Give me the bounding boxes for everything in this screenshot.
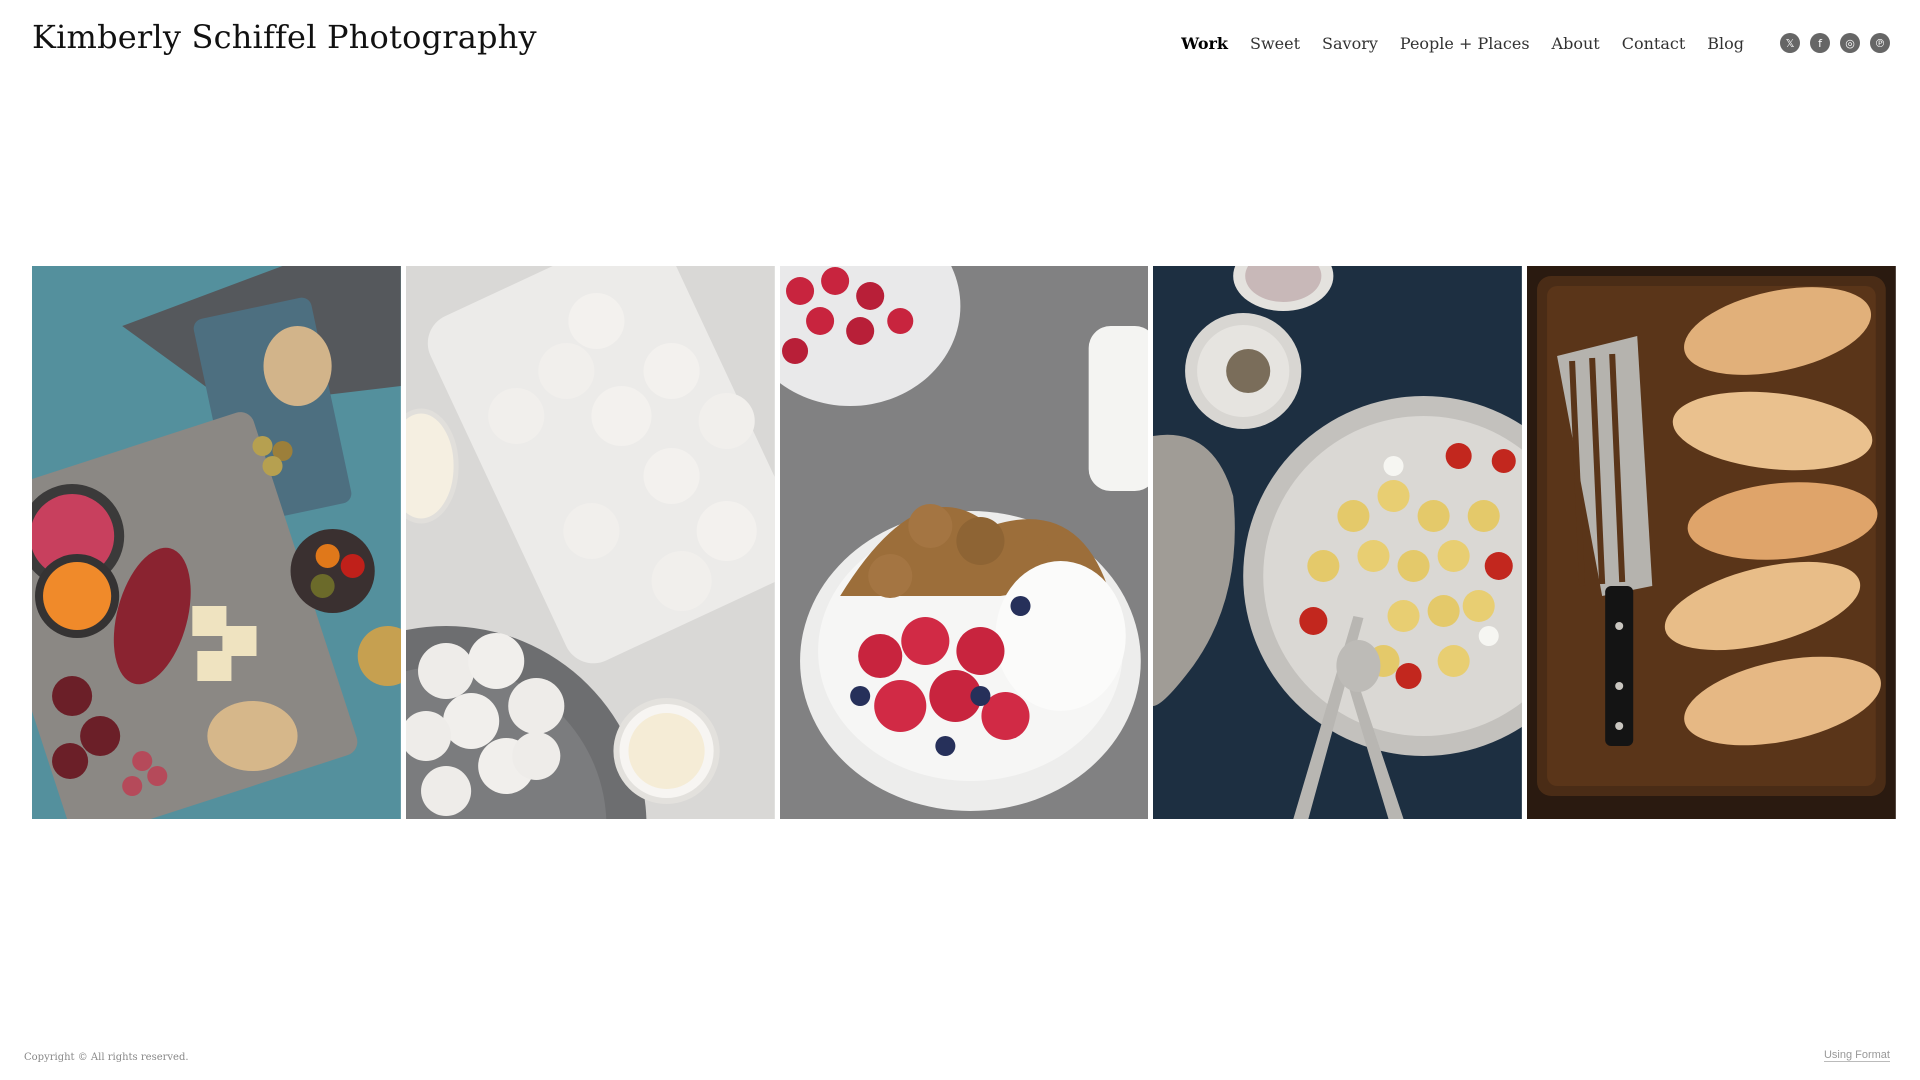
cookies-image [405,266,775,819]
yogurt-image [779,266,1149,819]
nav-item-sweet[interactable]: Sweet [1250,34,1300,53]
fish-image [1527,266,1896,819]
nav-item-people-places[interactable]: People + Places [1400,34,1530,53]
site-title[interactable]: Kimberly Schiffel Photography [32,18,537,56]
photo-fish-fillets[interactable] [1527,266,1896,819]
photo-gallery [32,266,1896,819]
photo-yogurt-granola[interactable] [779,266,1149,819]
photo-orecchiette-pasta[interactable] [1153,266,1523,819]
nav-item-work[interactable]: Work [1181,34,1228,53]
nav-item-about[interactable]: About [1552,34,1600,53]
facebook-icon[interactable]: f [1810,33,1830,53]
pinterest-icon[interactable]: ℗ [1870,33,1890,53]
nav-item-contact[interactable]: Contact [1622,34,1686,53]
photo-snowball-cookies[interactable] [405,266,775,819]
social-links: 𝕏 f ◎ ℗ [1770,33,1890,53]
nav-item-blog[interactable]: Blog [1707,34,1744,53]
x-twitter-icon[interactable]: 𝕏 [1780,33,1800,53]
pasta-image [1153,266,1523,819]
instagram-icon[interactable]: ◎ [1840,33,1860,53]
nav-item-savory[interactable]: Savory [1322,34,1378,53]
copyright-text: Copyright © All rights reserved. [24,1052,189,1063]
page: Kimberly Schiffel Photography Work Sweet… [0,0,1920,1080]
using-format-link[interactable]: Using Format [1823,1049,1890,1062]
photo-charcuterie-board[interactable] [32,266,401,819]
main-nav: Work Sweet Savory People + Places About … [1159,30,1890,56]
charcuterie-image [32,266,401,819]
